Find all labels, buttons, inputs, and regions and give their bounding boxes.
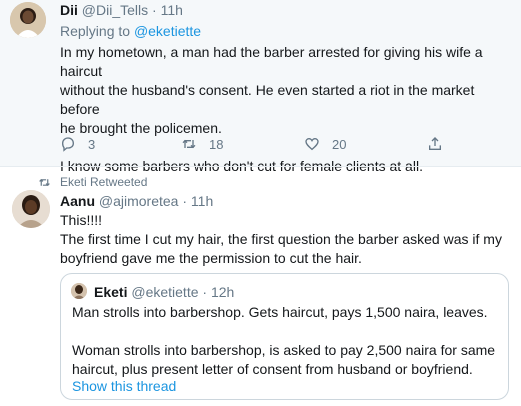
tweet2-header: Aanu @ajimoretea · 11h	[60, 192, 213, 210]
quoted-author-handle: @eketiette	[131, 284, 199, 300]
quoted-text-line: Woman strolls into barbershop, is asked …	[72, 342, 496, 358]
tweet-text: In my hometown, a man had the barber arr…	[60, 43, 515, 176]
tweet-text-line: The first time I cut my hair, the first …	[60, 231, 502, 247]
reply-button[interactable]: 3	[60, 136, 95, 152]
reply-count: 3	[88, 136, 96, 152]
replying-prefix: Replying to	[60, 23, 131, 39]
tweet-time[interactable]: 11h	[191, 193, 213, 209]
separator-dot: ·	[152, 2, 157, 18]
share-button[interactable]	[427, 136, 455, 152]
author-name[interactable]: Dii	[60, 2, 78, 18]
like-count: 20	[332, 136, 347, 152]
tweet-text-line: This!!!!	[60, 212, 103, 228]
author-handle[interactable]: @Dii_Tells	[82, 2, 148, 18]
tweet-divider	[0, 166, 521, 167]
replying-to-link[interactable]: @eketiette	[134, 23, 201, 39]
retweet-notice[interactable]: Eketi Retweeted	[38, 175, 147, 189]
like-icon	[305, 137, 319, 151]
reply-icon	[61, 137, 75, 152]
show-thread-link[interactable]: Show this thread	[72, 377, 176, 395]
retweet-button[interactable]: 18	[181, 136, 223, 152]
replying-to-line: Replying to @eketiette	[60, 22, 201, 40]
tweet2-text: This!!!! The first time I cut my hair, t…	[60, 211, 515, 268]
tweet-header: Dii @Dii_Tells · 11h	[60, 1, 183, 19]
tweet-text-line: In my hometown, a man had the barber arr…	[60, 44, 483, 79]
author-handle[interactable]: @ajimoretea	[99, 193, 179, 209]
quoted-text: Man strolls into barbershop. Gets haircu…	[72, 303, 502, 379]
tweet-actions: 3 18 20	[0, 136, 521, 156]
avatar-dii[interactable]	[10, 2, 46, 38]
retweeted-icon	[39, 178, 50, 186]
like-button[interactable]: 20	[304, 136, 346, 152]
quoted-author-name: Eketi	[94, 284, 128, 300]
avatar-aanu[interactable]	[12, 190, 50, 228]
separator-dot: ·	[202, 284, 208, 300]
author-name[interactable]: Aanu	[60, 193, 95, 209]
share-icon	[429, 137, 441, 150]
tweet-text-line: without the husband's consent. He even s…	[60, 82, 475, 117]
tweet-text-line: boyfriend gave me the permission to cut …	[60, 250, 362, 266]
retweet-count: 18	[209, 136, 224, 152]
separator-dot: ·	[182, 193, 188, 209]
retweet-icon	[182, 139, 196, 149]
tweet-time[interactable]: 11h	[161, 2, 183, 18]
quoted-header: Eketi @eketiette · 12h	[94, 283, 234, 301]
retweet-notice-text: Eketi Retweeted	[60, 175, 148, 189]
avatar-eketi	[71, 283, 87, 299]
tweet-dii[interactable]: Dii @Dii_Tells · 11h Replying to @eketie…	[0, 0, 521, 174]
quoted-text-line: Man strolls into barbershop. Gets haircu…	[72, 304, 488, 320]
quoted-time: 12h	[210, 284, 235, 300]
